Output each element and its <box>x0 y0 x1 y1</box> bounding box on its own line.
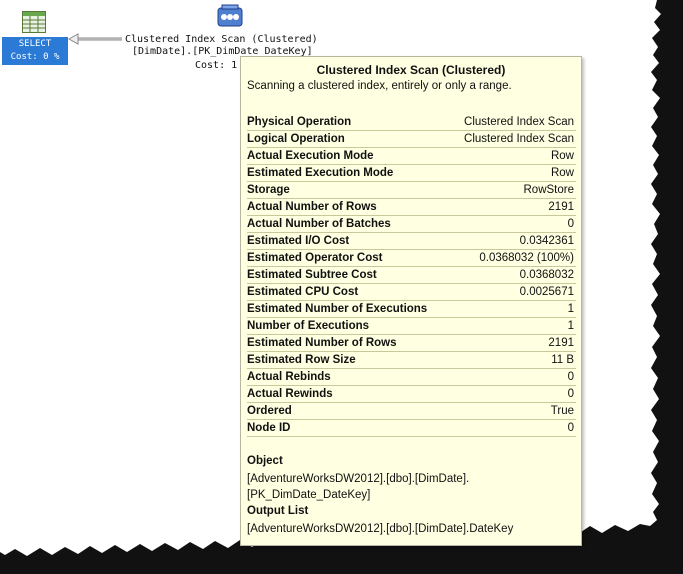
property-row: Logical Operation Clustered Index Scan <box>247 131 576 148</box>
property-value: 0 <box>567 371 574 383</box>
property-row: Estimated Number of Rows 2191 <box>247 335 576 352</box>
property-value: 0 <box>567 388 574 400</box>
property-row: Estimated Row Size 11 B <box>247 352 576 369</box>
property-row: Estimated Execution Mode Row <box>247 165 576 182</box>
property-value: 0.0025671 <box>519 286 574 298</box>
property-name: Estimated Number of Executions <box>247 303 428 315</box>
property-value: 0 <box>567 422 574 434</box>
property-row: Estimated Subtree Cost 0.0368032 <box>247 267 576 284</box>
property-row: Actual Number of Batches 0 <box>247 216 576 233</box>
property-name: Estimated Execution Mode <box>247 167 394 179</box>
scan-node-cost: Cost: 1 <box>195 60 238 71</box>
operator-tooltip: Clustered Index Scan (Clustered) Scannin… <box>240 56 582 546</box>
property-value: 0 <box>567 218 574 230</box>
property-name: Actual Rebinds <box>247 371 331 383</box>
property-row: Number of Executions 1 <box>247 318 576 335</box>
property-value: 2191 <box>548 337 574 349</box>
property-name: Actual Rewinds <box>247 388 333 400</box>
select-label-cost: Cost: 0 % <box>10 52 60 62</box>
connector-arrow <box>68 33 122 45</box>
property-row: Estimated CPU Cost 0.0025671 <box>247 284 576 301</box>
property-row: Node ID 0 <box>247 420 576 437</box>
property-row: Estimated I/O Cost 0.0342361 <box>247 233 576 250</box>
property-value: True <box>550 405 574 417</box>
property-name: Number of Executions <box>247 320 370 332</box>
property-name: Node ID <box>247 422 291 434</box>
property-value: Row <box>550 167 574 179</box>
property-name: Estimated Operator Cost <box>247 252 383 264</box>
property-row: Estimated Number of Executions 1 <box>247 301 576 318</box>
select-label-name: SELECT <box>18 39 52 49</box>
property-value: 1 <box>567 303 574 315</box>
property-value: 0.0342361 <box>519 235 574 247</box>
property-row: Actual Number of Rows 2191 <box>247 199 576 216</box>
property-row: Actual Rewinds 0 <box>247 386 576 403</box>
property-row: Storage RowStore <box>247 182 576 199</box>
property-value: 2191 <box>548 201 574 213</box>
scan-node-title[interactable]: Clustered Index Scan (Clustered) <box>125 34 318 46</box>
property-name: Storage <box>247 184 290 196</box>
object-line-1: [AdventureWorksDW2012].[dbo].[DimDate]. <box>247 473 470 485</box>
result-grid-icon <box>22 11 46 33</box>
property-row: Actual Rebinds 0 <box>247 369 576 386</box>
output-list-line-1: [AdventureWorksDW2012].[dbo].[DimDate].D… <box>247 523 514 535</box>
property-name: Actual Number of Batches <box>247 218 391 230</box>
property-value: Clustered Index Scan <box>464 133 574 145</box>
property-value: RowStore <box>523 184 575 196</box>
property-value: Clustered Index Scan <box>464 116 574 128</box>
property-row: Ordered True <box>247 403 576 420</box>
property-name: Estimated Subtree Cost <box>247 269 377 281</box>
property-value: Row <box>550 150 574 162</box>
property-value: 0.0368032 (100%) <box>479 252 574 264</box>
select-node-label[interactable]: SELECT Cost: 0 % <box>2 37 68 65</box>
property-value: 11 B <box>551 354 574 366</box>
property-name: Logical Operation <box>247 133 345 145</box>
property-value: 1 <box>567 320 574 332</box>
property-name: Estimated Number of Rows <box>247 337 397 349</box>
tooltip-title: Clustered Index Scan (Clustered) <box>316 63 506 77</box>
output-list-heading: Output List <box>247 505 309 517</box>
clustered-index-scan-icon[interactable] <box>216 4 244 30</box>
property-name: Actual Execution Mode <box>247 150 374 162</box>
property-name: Actual Number of Rows <box>247 201 377 213</box>
object-line-2: [PK_DimDate_DateKey] <box>247 489 371 501</box>
property-name: Estimated CPU Cost <box>247 286 359 298</box>
property-list: Physical Operation Clustered Index Scan Lo… <box>247 114 576 437</box>
property-row: Actual Execution Mode Row <box>247 148 576 165</box>
property-name: Ordered <box>247 405 292 417</box>
property-name: Estimated I/O Cost <box>247 235 350 247</box>
property-name: Physical Operation <box>247 116 352 128</box>
tooltip-description: Scanning a clustered index, entirely or … <box>247 80 512 92</box>
execution-plan-canvas: SELECT Cost: 0 % Clustered Index Scan (C… <box>0 0 683 574</box>
property-row: Estimated Operator Cost 0.0368032 (100%) <box>247 250 576 267</box>
property-name: Estimated Row Size <box>247 354 356 366</box>
object-heading: Object <box>247 455 283 467</box>
property-row: Physical Operation Clustered Index Scan <box>247 114 576 131</box>
property-value: 0.0368032 <box>519 269 574 281</box>
